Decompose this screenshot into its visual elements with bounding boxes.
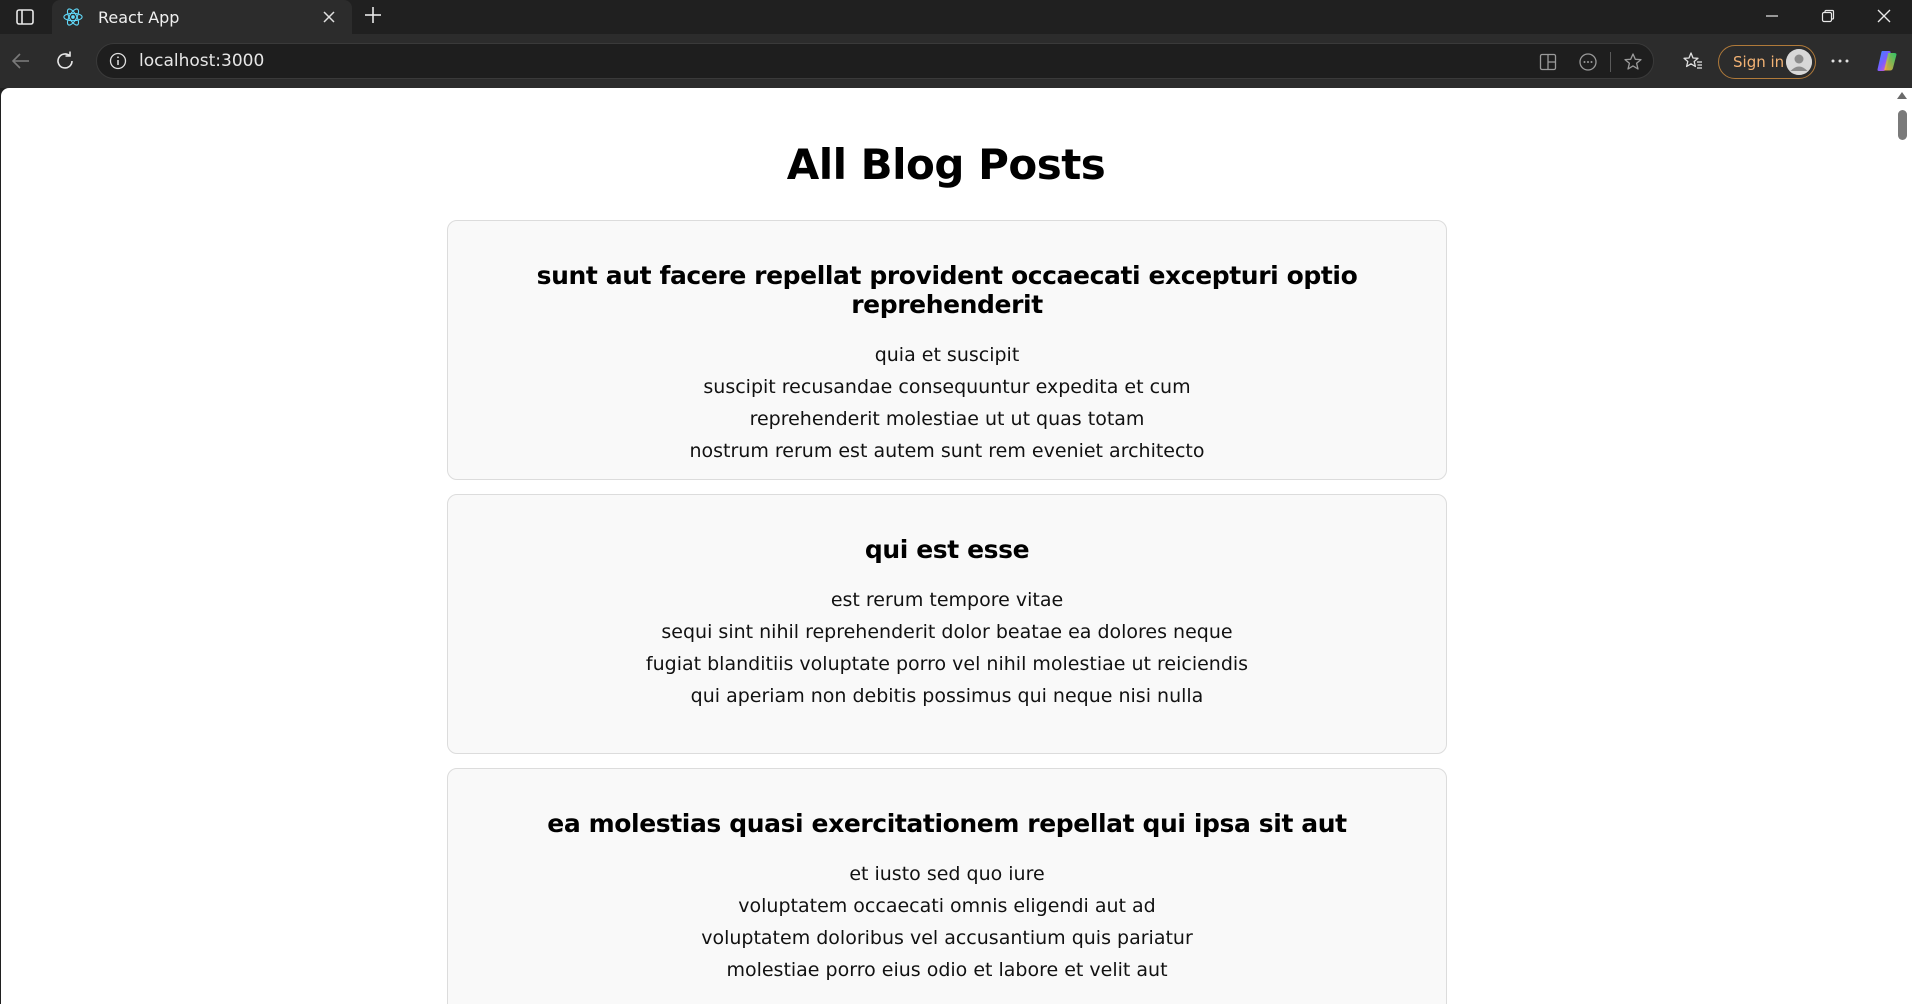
copilot-icon[interactable]	[1870, 44, 1904, 78]
info-icon[interactable]	[105, 48, 131, 74]
refresh-button[interactable]	[48, 44, 82, 78]
refresh-icon	[57, 51, 73, 69]
scroll-thumb[interactable]	[1898, 110, 1907, 140]
post-body: quia et suscipit suscipit recusandae con…	[689, 344, 1205, 462]
sign-in-button[interactable]: Sign in	[1718, 45, 1816, 79]
page-viewport: All Blog Posts sunt aut facere repellat …	[1, 88, 1891, 1004]
post-title: sunt aut facere repellat provident occae…	[536, 261, 1358, 319]
close-tab-icon[interactable]	[316, 4, 342, 30]
back-arrow-icon	[11, 53, 29, 69]
browser-tab[interactable]: React App	[52, 0, 352, 34]
more-tools-icon[interactable]	[1568, 44, 1608, 80]
address-bar[interactable]: localhost:3000	[96, 43, 1654, 79]
new-tab-button[interactable]	[358, 0, 388, 30]
star-icon[interactable]	[1613, 44, 1653, 80]
restore-button[interactable]	[1800, 0, 1856, 32]
title-bar: React App	[0, 0, 1912, 34]
post-list: sunt aut facere repellat provident occae…	[447, 220, 1447, 1004]
restore-icon	[1821, 9, 1835, 23]
back-button[interactable]	[4, 44, 38, 78]
plus-icon	[365, 7, 381, 23]
address-bar-actions	[1528, 44, 1653, 80]
post-title: qui est esse	[864, 535, 1030, 564]
split-screen-icon[interactable]	[1528, 44, 1568, 80]
browser-toolbar: localhost:3000 Sign in	[0, 34, 1912, 88]
minimize-icon	[1766, 15, 1778, 17]
sign-in-label: Sign in	[1733, 53, 1785, 71]
post-body: et iusto sed quo iure voluptatem occaeca…	[701, 863, 1193, 981]
favorites-icon[interactable]	[1676, 44, 1710, 78]
minimize-button[interactable]	[1744, 0, 1800, 32]
post-card: ea molestias quasi exercitationem repell…	[447, 768, 1447, 1004]
post-title: ea molestias quasi exercitationem repell…	[547, 809, 1347, 838]
vertical-scrollbar[interactable]	[1891, 88, 1912, 1004]
post-card: qui est esse est rerum tempore vitae seq…	[447, 494, 1447, 754]
scroll-up-arrow-icon[interactable]	[1897, 92, 1907, 99]
tab-title: React App	[98, 7, 180, 27]
ellipsis-icon[interactable]	[1823, 44, 1857, 78]
tab-actions-icon[interactable]	[0, 0, 50, 34]
post-card: sunt aut facere repellat provident occae…	[447, 220, 1447, 480]
react-logo-icon	[62, 6, 84, 28]
post-body: est rerum tempore vitae sequi sint nihil…	[645, 589, 1249, 707]
close-window-button[interactable]	[1856, 0, 1912, 32]
address-url: localhost:3000	[139, 51, 265, 71]
avatar-icon	[1786, 49, 1812, 75]
divider	[1610, 52, 1611, 72]
close-icon	[1877, 9, 1891, 23]
page-title: All Blog Posts	[786, 140, 1106, 189]
